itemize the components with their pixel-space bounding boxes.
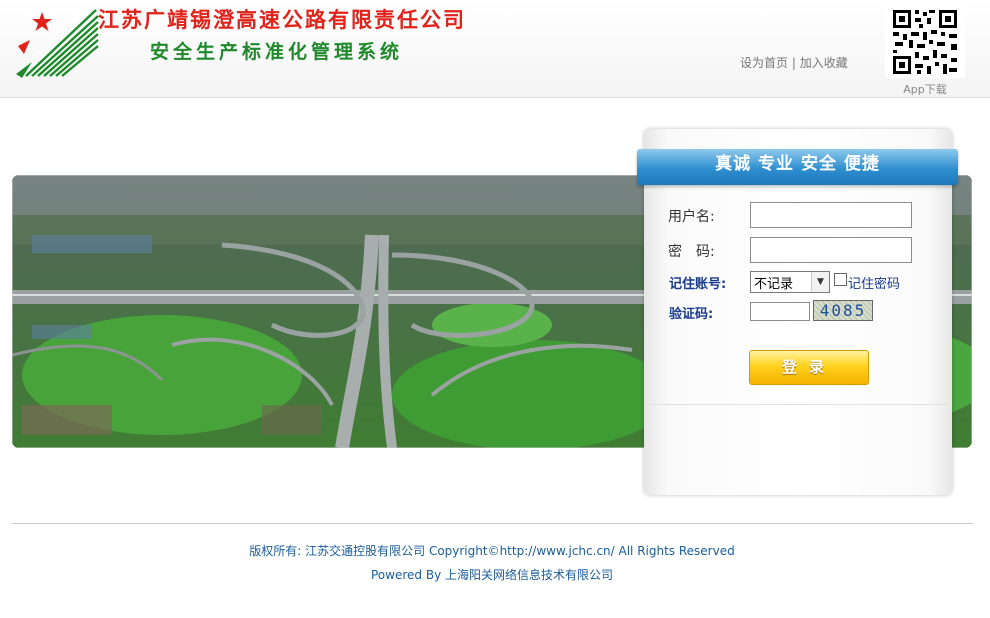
top-links: 设为首页 | 加入收藏 xyxy=(740,54,848,71)
slogan: 真诚 专业 安全 便捷 xyxy=(715,154,880,174)
system-name: 安全生产标准化管理系统 xyxy=(150,41,404,63)
link-separator: | xyxy=(791,56,796,70)
company-name: 江苏广靖锡澄高速公路有限责任公司 xyxy=(98,7,466,32)
chevron-down-icon: ▼ xyxy=(811,272,829,292)
remember-account-value: 不记录 xyxy=(754,277,794,292)
panel-divider xyxy=(648,404,948,405)
password-label: 密 码: xyxy=(668,244,715,260)
password-input[interactable] xyxy=(750,237,912,263)
set-homepage-link[interactable]: 设为首页 xyxy=(740,56,788,70)
captcha-input[interactable] xyxy=(750,302,810,321)
remember-password-checkbox[interactable] xyxy=(834,273,847,286)
login-panel-header: 真诚 专业 安全 便捷 xyxy=(637,149,958,185)
username-input[interactable] xyxy=(750,202,912,228)
company-logo-icon xyxy=(16,9,99,78)
header: 江苏广靖锡澄高速公路有限责任公司 安全生产标准化管理系统 设为首页 | 加入收藏… xyxy=(0,0,990,98)
username-label: 用户名: xyxy=(668,209,715,225)
login-button[interactable]: 登录 xyxy=(749,350,869,385)
add-favorite-link[interactable]: 加入收藏 xyxy=(800,56,848,70)
remember-account-label: 记住账号: xyxy=(669,277,727,292)
app-download-label[interactable]: App下载 xyxy=(885,81,965,97)
captcha-label: 验证码: xyxy=(669,307,714,322)
qr-code-icon[interactable] xyxy=(885,6,965,78)
remember-account-select[interactable]: 不记录 ▼ xyxy=(750,271,830,293)
captcha-image[interactable]: 4085 xyxy=(813,300,873,321)
powered-by-text: Powered By 上海阳关网络信息技术有限公司 xyxy=(371,568,613,582)
remember-password-label[interactable]: 记住密码 xyxy=(848,273,900,292)
footer-divider xyxy=(12,523,973,524)
copyright-text: 版权所有: 江苏交通控股有限公司 Copyright©http://www.jc… xyxy=(249,544,735,558)
